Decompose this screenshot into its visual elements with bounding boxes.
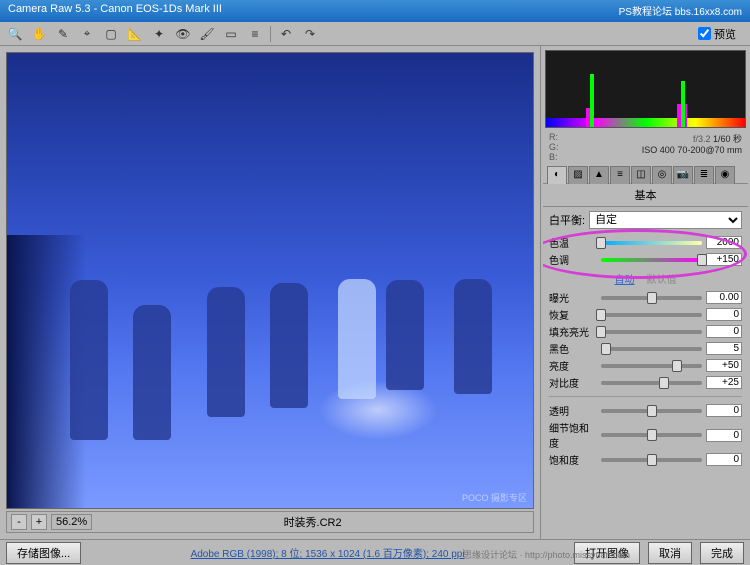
slider-temperature: 色温 [549, 235, 742, 250]
zoom-tool-icon[interactable]: 🔍 [6, 25, 24, 43]
model-figure [70, 280, 108, 440]
rotate-cw-icon[interactable]: ↷ [301, 25, 319, 43]
eyedropper-icon[interactable]: ✎ [54, 25, 72, 43]
preview-checkbox[interactable]: 预览 [698, 26, 736, 42]
tab-basic[interactable]: ◐ [547, 166, 567, 184]
preview-checkbox-input[interactable] [698, 27, 711, 40]
temperature-input[interactable] [706, 236, 742, 249]
tint-input[interactable] [706, 253, 742, 266]
window-title: Camera Raw 5.3 - Canon EOS-1Ds Mark III [8, 3, 222, 19]
model-figure [338, 279, 376, 399]
temperature-slider[interactable] [601, 241, 702, 245]
auto-link[interactable]: 自动 [615, 271, 635, 286]
auto-default-row: 自动 默认值 [549, 271, 742, 286]
tab-lens[interactable]: ◎ [652, 166, 672, 184]
rotate-ccw-icon[interactable]: ↶ [277, 25, 295, 43]
runway-scene: POCO 摄影专区 [7, 53, 533, 508]
file-name-label: 时装秀.CR2 [96, 514, 529, 530]
exposure-slider[interactable] [601, 296, 702, 300]
tab-split[interactable]: ◫ [631, 166, 651, 184]
wb-select[interactable]: 自定 [589, 211, 742, 229]
watermark-bottom: 思缘设计论坛 · http://photo.missyuan.com [463, 548, 630, 561]
tab-snapshot[interactable]: ◉ [715, 166, 735, 184]
tab-detail[interactable]: ▲ [589, 166, 609, 184]
window-titlebar: Camera Raw 5.3 - Canon EOS-1Ds Mark III … [0, 0, 750, 22]
right-pane: R:G:B: f/3.2 1/60 秒ISO 400 70-200@70 mm … [540, 46, 750, 539]
straighten-icon[interactable]: 📐 [126, 25, 144, 43]
model-figure [207, 287, 245, 417]
tint-slider[interactable] [601, 258, 702, 262]
clarity-input[interactable] [706, 404, 742, 417]
model-figure [454, 279, 492, 394]
basic-panel: 白平衡: 自定 色温 色调 自动 默认值 曝光 恢复 填充亮光 黑色 [543, 207, 748, 537]
contrast-input[interactable] [706, 376, 742, 389]
tab-preset[interactable]: ≣ [694, 166, 714, 184]
left-pane: POCO 摄影专区 - + 56.2% 时装秀.CR2 [0, 46, 540, 539]
zoom-bar: - + 56.2% 时装秀.CR2 [6, 511, 534, 533]
zoom-in-button[interactable]: + [31, 514, 47, 530]
zoom-out-button[interactable]: - [11, 514, 27, 530]
fill-input[interactable] [706, 325, 742, 338]
crop-icon[interactable]: ▢ [102, 25, 120, 43]
recovery-slider[interactable] [601, 313, 702, 317]
zoom-select[interactable]: 56.2% [51, 514, 92, 530]
contrast-slider[interactable] [601, 381, 702, 385]
saturation-slider[interactable] [601, 458, 702, 462]
hand-tool-icon[interactable]: ✋ [30, 25, 48, 43]
wb-label: 白平衡: [549, 212, 585, 228]
brightness-slider[interactable] [601, 364, 702, 368]
cancel-button[interactable]: 取消 [648, 542, 692, 564]
redeye-icon[interactable]: 👁 [174, 25, 192, 43]
black-input[interactable] [706, 342, 742, 355]
slider-tint: 色调 [549, 252, 742, 267]
info-rgb: R:G:B: f/3.2 1/60 秒ISO 400 70-200@70 mm [543, 130, 748, 164]
white-balance-row: 白平衡: 自定 [549, 211, 742, 229]
panel-tabs: ◐ ▨ ▲ ≡ ◫ ◎ 📷 ≣ ◉ [543, 164, 748, 184]
exposure-input[interactable] [706, 291, 742, 304]
brush-icon[interactable]: 🖌 [198, 25, 216, 43]
gradient-icon[interactable]: ▭ [222, 25, 240, 43]
default-link[interactable]: 默认值 [647, 271, 677, 286]
saturation-input[interactable] [706, 453, 742, 466]
image-preview[interactable]: POCO 摄影专区 [6, 52, 534, 509]
vibrance-input[interactable] [706, 429, 742, 442]
sampler-icon[interactable]: ⌖ [78, 25, 96, 43]
fill-slider[interactable] [601, 330, 702, 334]
histogram [545, 50, 746, 128]
poco-watermark: POCO 摄影专区 [462, 491, 527, 504]
tab-camera[interactable]: 📷 [673, 166, 693, 184]
recovery-input[interactable] [706, 308, 742, 321]
clarity-slider[interactable] [601, 409, 702, 413]
separator [270, 26, 271, 42]
main-area: POCO 摄影专区 - + 56.2% 时装秀.CR2 R:G:B: f/3.2… [0, 46, 750, 539]
save-image-button[interactable]: 存储图像... [6, 542, 81, 564]
tab-hsl[interactable]: ≡ [610, 166, 630, 184]
brightness-input[interactable] [706, 359, 742, 372]
model-figure [133, 305, 171, 440]
model-figure [270, 283, 308, 408]
vibrance-slider[interactable] [601, 433, 702, 437]
toolbar: 🔍 ✋ ✎ ⌖ ▢ 📐 ✦ 👁 🖌 ▭ ≡ ↶ ↷ 预览 [0, 22, 750, 46]
preview-label: 预览 [714, 26, 736, 42]
watermark-top: PS教程论坛 bbs.16xx8.com [619, 3, 742, 19]
model-figure [386, 280, 424, 390]
done-button[interactable]: 完成 [700, 542, 744, 564]
bottom-bar: 存储图像... Adobe RGB (1998); 8 位; 1536 x 10… [0, 539, 750, 565]
panel-title: 基本 [543, 184, 748, 207]
black-slider[interactable] [601, 347, 702, 351]
spot-icon[interactable]: ✦ [150, 25, 168, 43]
prefs-icon[interactable]: ≡ [246, 25, 264, 43]
separator [549, 396, 742, 397]
tab-curve[interactable]: ▨ [568, 166, 588, 184]
